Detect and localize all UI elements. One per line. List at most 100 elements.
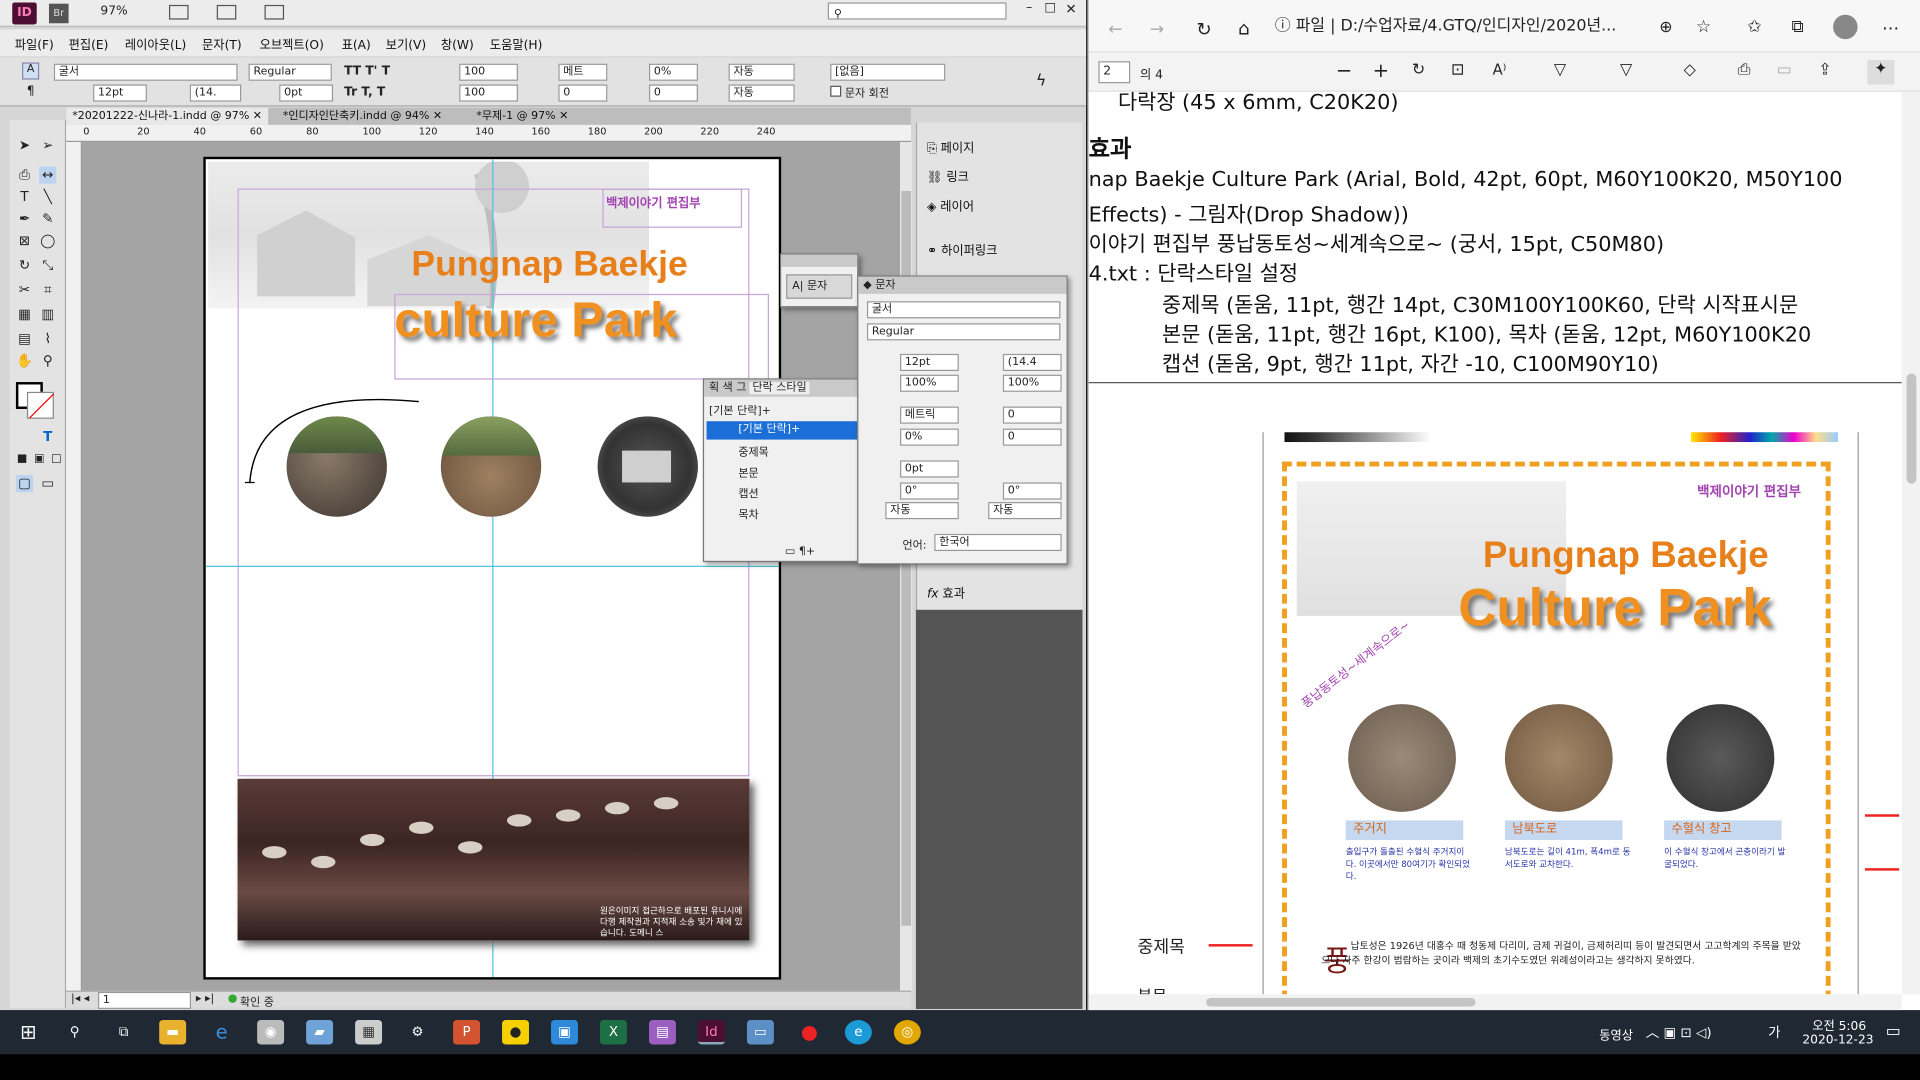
dock-hyperlinks[interactable]: ⚭ 하이퍼링크 [927, 240, 997, 258]
cp-style-field[interactable]: Regular [866, 323, 1061, 341]
menu-view[interactable]: 보기(V) [386, 34, 426, 52]
ellipse-tool-icon[interactable]: ◯ [39, 233, 56, 250]
cp-hscale-field[interactable]: 100% [1002, 374, 1062, 392]
draw-icon[interactable]: ▽ [1620, 61, 1632, 79]
app-icon[interactable]: ▭ [746, 1020, 774, 1045]
save-icon[interactable]: ▭ [1777, 61, 1792, 79]
record-icon[interactable]: ● [796, 1020, 823, 1044]
menu-object[interactable]: 오브젝트(O) [260, 34, 324, 52]
hscale-field[interactable]: 100 [459, 84, 518, 102]
character-panel-header[interactable]: ◆ 문자 [858, 276, 1067, 294]
photo-circle-3[interactable] [597, 416, 698, 517]
tab-doc-2[interactable]: *인디자인단축키.indd @ 94% ✕ [277, 108, 449, 125]
style-item-subtitle[interactable]: 중제목 [738, 443, 768, 459]
header-frame[interactable]: 백제이야기 편집부 [602, 188, 743, 228]
menu-help[interactable]: 도움말(H) [490, 34, 543, 52]
aki-field[interactable]: 0 [648, 84, 698, 102]
profile-avatar[interactable] [1833, 14, 1858, 40]
title-line-1[interactable]: Pungnap Baekje [411, 245, 687, 285]
line-tool-icon[interactable]: ╲ [39, 189, 56, 206]
app-icon[interactable]: ▣ [551, 1020, 578, 1045]
pdf-hscrollbar[interactable] [1088, 994, 1902, 1011]
page-tool-icon[interactable]: ⎙ [16, 167, 33, 184]
fit-page-icon[interactable]: ⊡ [1451, 61, 1464, 79]
kerning-field[interactable]: 메트 [558, 63, 608, 81]
gap-tool-icon[interactable]: ↔ [39, 166, 57, 184]
all-caps-icon[interactable]: TT T' T [344, 65, 390, 78]
page-next-icon[interactable]: ▸ ▸| [196, 993, 214, 1005]
cp-tracking-field[interactable]: 0 [1002, 406, 1062, 424]
refresh-icon[interactable]: ↻ [1196, 18, 1211, 40]
save-as-icon[interactable]: ⇪ [1818, 61, 1831, 79]
font-style-field[interactable]: Regular [248, 63, 332, 81]
zoom-tool-icon[interactable]: ⚲ [39, 353, 56, 370]
clock-time[interactable]: 오전 5:06 [1802, 1015, 1875, 1033]
char-mini-header[interactable] [781, 254, 858, 267]
favorites-list-icon[interactable]: ✩ [1747, 17, 1761, 37]
task-view-icon[interactable]: ⧉ [110, 1020, 137, 1044]
tray-icons[interactable]: ︿ ▣ ⊡ ◁) [1646, 1022, 1712, 1042]
note-tool-icon[interactable]: ▤ [16, 331, 33, 348]
eraser-icon[interactable]: ◇ [1684, 61, 1696, 79]
cp-leading-field[interactable]: (14.4 [1002, 353, 1062, 372]
pin-icon[interactable]: ✦ [1867, 60, 1895, 85]
apply-color-icon[interactable]: ■ [13, 451, 30, 468]
cp-tsume-field[interactable]: 0% [900, 428, 959, 446]
edge-icon[interactable]: e [844, 1020, 872, 1045]
favorite-icon[interactable]: ☆ [1696, 17, 1711, 37]
tab-stroke[interactable]: 획 [709, 382, 719, 394]
more-icon[interactable]: … [1882, 15, 1899, 35]
cp-rotate-field[interactable]: 0° [900, 482, 959, 500]
cp-skew-field[interactable]: 0° [1002, 482, 1062, 500]
vertical-scrollbar[interactable] [900, 142, 913, 991]
clock-date[interactable]: 2020-12-23 [1798, 1033, 1879, 1046]
frame-tool-icon[interactable]: ⊠ [16, 233, 33, 250]
menu-type[interactable]: 문자(T) [202, 34, 242, 52]
pdf-scrollbar[interactable] [1901, 91, 1920, 995]
notification-icon[interactable]: ▭ [1886, 1022, 1901, 1040]
cp-size-field[interactable]: 12pt [900, 353, 959, 372]
collections-icon[interactable]: ⧉ [1791, 17, 1803, 37]
baseline-field[interactable]: 0pt [279, 84, 334, 102]
ie-icon[interactable]: e [208, 1020, 235, 1044]
tab-paragraph-styles[interactable]: 단락 스타일 [749, 382, 810, 395]
cp-vscale-field[interactable]: 100% [900, 374, 959, 392]
pdf-page-field[interactable]: 2 [1098, 61, 1131, 84]
normal-view-icon[interactable]: ▢ [15, 475, 34, 493]
leading-field[interactable]: (14. [189, 84, 242, 102]
cp-other-field[interactable]: 0 [1002, 428, 1062, 446]
address-bar[interactable]: ⓘ 파일 | D:/수업자료/4.GTQ/인디자인/2020년... [1275, 12, 1716, 41]
file-explorer-icon[interactable]: ▬ [159, 1020, 187, 1045]
pencil-tool-icon[interactable]: ✎ [39, 211, 56, 228]
zoom-icon[interactable]: ⊕ [1659, 18, 1672, 36]
maximize-icon[interactable]: □ [1044, 1, 1056, 14]
rotate-tool-icon[interactable]: ↻ [16, 257, 33, 274]
para-mode-icon[interactable]: ¶ [22, 84, 39, 101]
char-mode-icon[interactable]: A [22, 62, 40, 80]
excel-icon[interactable]: X [600, 1020, 627, 1045]
search-icon[interactable]: ⚲ [61, 1020, 88, 1044]
dock-effects[interactable]: fx 효과 [927, 583, 965, 601]
cp-kerning-field[interactable]: 메트릭 [900, 406, 959, 424]
rotate-checkbox[interactable] [830, 85, 842, 97]
cp-font-field[interactable]: 굴서 [866, 301, 1061, 319]
small-caps-icon[interactable]: Tr T, T [344, 86, 385, 99]
dock-pages[interactable]: ⎘ 페이지 [927, 137, 975, 155]
vscale-field[interactable]: 100 [459, 63, 518, 81]
direct-selection-icon[interactable]: ➢ [39, 137, 56, 154]
gradient-tool-icon[interactable]: ▦ [16, 306, 33, 323]
app-icon[interactable]: ▤ [648, 1020, 676, 1045]
free-transform-icon[interactable]: ⌗ [39, 282, 56, 299]
cp-baseline-field[interactable]: 0pt [900, 460, 959, 478]
zoom-in-icon[interactable]: + [1373, 59, 1389, 82]
view-mode-icon[interactable] [168, 4, 189, 20]
zoom-out-icon[interactable]: − [1336, 59, 1352, 82]
mojikumi-field[interactable]: 자동 [728, 63, 795, 81]
tab-gradient[interactable]: 그 [736, 382, 746, 394]
selection-tool-icon[interactable]: ➤ [16, 137, 33, 154]
style-item-toc[interactable]: 목차 [738, 506, 758, 521]
page-nav-icon[interactable]: |◂ ◂ [71, 993, 89, 1005]
tsume-field[interactable]: 0% [648, 63, 698, 81]
photo-circle-1[interactable] [286, 416, 387, 517]
menu-layout[interactable]: 레이아웃(L) [125, 34, 186, 52]
